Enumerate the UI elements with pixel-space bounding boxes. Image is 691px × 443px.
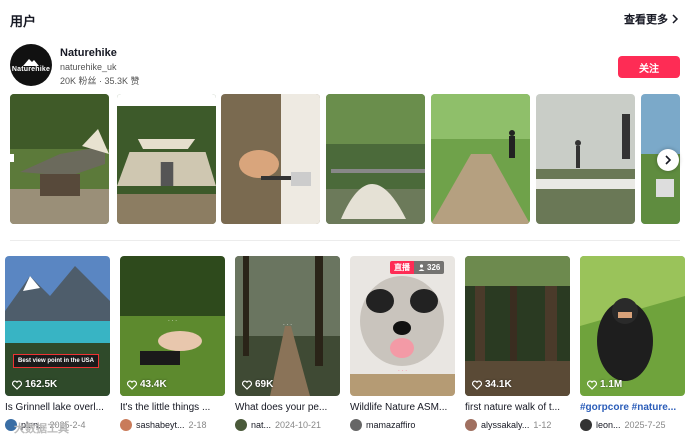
- chevron-right-icon: [672, 14, 679, 24]
- post-date: 2025-7-25: [624, 420, 666, 430]
- video-cover[interactable]: 1.1M: [580, 256, 685, 396]
- heart-outline-icon: [587, 380, 597, 390]
- follow-button[interactable]: 关注: [618, 56, 680, 78]
- video-cover[interactable]: · · · 69K: [235, 256, 340, 396]
- heart-outline-icon: [472, 380, 482, 390]
- like-count: 1.1M: [587, 379, 622, 390]
- video-card[interactable]: 1.1M #gorpcore #nature... leon... 2025-7…: [580, 256, 685, 431]
- video-meta: nat... 2024-10-21: [235, 419, 343, 431]
- thumbnail-hand-with-knife[interactable]: [221, 94, 320, 224]
- thumbnail-white-tent-forest[interactable]: [326, 94, 425, 224]
- video-cover[interactable]: Best view point in the USA 162.5K: [5, 256, 110, 396]
- like-count-value: 43.4K: [140, 379, 167, 390]
- video-description[interactable]: What does your pe...: [235, 402, 343, 413]
- author-name[interactable]: mamazaffiro: [366, 420, 415, 430]
- like-count-value: 162.5K: [25, 379, 58, 390]
- video-card[interactable]: · · · 69K What does your pe... nat... 20…: [235, 256, 340, 431]
- live-badge: 直播 326: [390, 261, 445, 274]
- video-description[interactable]: Wildlife Nature ASM...: [350, 402, 458, 413]
- like-count: 162.5K: [12, 379, 57, 390]
- author-avatar[interactable]: [350, 419, 362, 431]
- like-count: 34.1K: [472, 379, 512, 390]
- video-cover[interactable]: · · · 43.4K: [120, 256, 225, 396]
- author-avatar[interactable]: [120, 419, 132, 431]
- avatar-logo-text: Naturehike: [11, 65, 51, 73]
- author-avatar[interactable]: [235, 419, 247, 431]
- video-card[interactable]: · · · 43.4K It's the little things ... s…: [120, 256, 225, 431]
- video-overlay-caption: · · ·: [167, 318, 178, 324]
- user-result[interactable]: Naturehike Naturehike naturehike_uk 20K …: [10, 44, 680, 90]
- video-meta: alyssakaly... 1-12: [465, 419, 573, 431]
- heart-outline-icon: [127, 380, 137, 390]
- watermark: 大数据工具: [14, 423, 69, 435]
- video-overlay-caption: · · ·: [397, 368, 408, 374]
- video-overlay-caption: · · ·: [282, 322, 293, 328]
- chevron-right-icon: [665, 155, 672, 165]
- like-count-value: 69K: [255, 379, 274, 390]
- author-name[interactable]: alyssakaly...: [481, 420, 529, 430]
- video-description[interactable]: It's the little things ...: [120, 402, 228, 413]
- like-count-value: 34.1K: [485, 379, 512, 390]
- video-description[interactable]: #gorpcore #nature...: [580, 402, 688, 413]
- thumbnail-hiker-meadow[interactable]: [431, 94, 530, 224]
- video-cover[interactable]: 34.1K: [465, 256, 570, 396]
- video-description[interactable]: Is Grinnell lake overl...: [5, 402, 113, 413]
- post-date: 2-18: [188, 420, 207, 430]
- like-count: 43.4K: [127, 379, 167, 390]
- video-meta: leon... 2025-7-25: [580, 419, 688, 431]
- mountain-logo-icon: [23, 58, 39, 66]
- section-title: 用户: [10, 14, 37, 29]
- author-name[interactable]: nat...: [251, 420, 271, 430]
- user-handle: naturehike_uk: [60, 62, 117, 72]
- like-count: 69K: [242, 379, 273, 390]
- author-avatar[interactable]: [465, 419, 477, 431]
- video-card[interactable]: Best view point in the USA 162.5K Is Gri…: [5, 256, 110, 431]
- thumbnail-hiker-mist[interactable]: [536, 94, 635, 224]
- thumbnail-tent-canopy[interactable]: [10, 94, 109, 224]
- hashtag-text[interactable]: #gorpcore #nature...: [580, 402, 676, 413]
- viewer-count-value: 326: [427, 263, 441, 272]
- user-name[interactable]: Naturehike: [60, 47, 117, 59]
- author-name[interactable]: sashabeyt...: [136, 420, 185, 430]
- user-video-strip: [10, 94, 680, 224]
- live-cover[interactable]: 直播 326 · · ·: [350, 256, 455, 396]
- post-date: 1-12: [533, 420, 552, 430]
- live-card[interactable]: 直播 326 · · · Wildlife Nature ASM... mama…: [350, 256, 455, 431]
- thumbnail-tent-pavilion[interactable]: [117, 94, 216, 224]
- live-label: 直播: [390, 261, 414, 274]
- heart-outline-icon: [12, 380, 22, 390]
- video-meta: sashabeyt... 2-18: [120, 419, 228, 431]
- author-name[interactable]: leon...: [596, 420, 621, 430]
- video-meta: mamazaffiro: [350, 419, 458, 431]
- divider: [10, 240, 680, 241]
- heart-outline-icon: [242, 380, 252, 390]
- see-more-link[interactable]: 查看更多: [624, 11, 679, 27]
- author-avatar[interactable]: [580, 419, 592, 431]
- user-stats: 20K 粉丝 · 35.3K 赞: [60, 76, 140, 86]
- video-card[interactable]: 34.1K first nature walk of t... alyssaka…: [465, 256, 570, 431]
- avatar[interactable]: Naturehike: [10, 44, 52, 86]
- carousel-next-button[interactable]: [657, 149, 679, 171]
- video-overlay-text: Best view point in the USA: [13, 354, 100, 368]
- see-more-label: 查看更多: [624, 14, 668, 26]
- like-count-value: 1.1M: [600, 379, 623, 390]
- person-icon: [418, 264, 425, 271]
- video-description[interactable]: first nature walk of t...: [465, 402, 573, 413]
- viewer-count: 326: [414, 261, 445, 274]
- post-date: 2024-10-21: [275, 420, 322, 430]
